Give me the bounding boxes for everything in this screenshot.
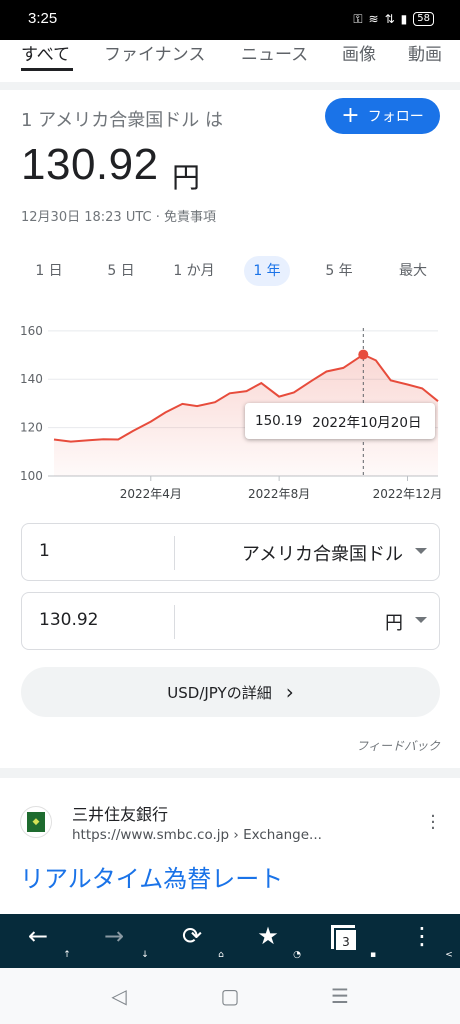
highlight-point[interactable] (358, 349, 369, 360)
chevron-right-icon: › (285, 680, 294, 704)
tab-finance[interactable]: ファイナンス (104, 40, 205, 65)
y-tick-label: 160 (20, 324, 43, 338)
nav-home-icon[interactable]: ▢ (215, 984, 245, 1008)
follow-button[interactable]: + フォロー (325, 98, 440, 134)
range-1d[interactable]: 1 日 (24, 256, 74, 286)
rate-unit: 円 (172, 161, 201, 194)
result-site-name[interactable]: 三井住友銀行 (72, 801, 168, 825)
y-tick-label: 120 (20, 421, 43, 435)
details-button[interactable]: USD/JPYの詳細 › (21, 667, 440, 717)
from-currency-select[interactable]: アメリカ合衆国ドル (242, 540, 403, 566)
nav-back-icon[interactable]: ◁ (104, 984, 134, 1008)
result-title-link[interactable]: リアルタイム為替レート (20, 859, 283, 894)
range-1y[interactable]: 1 年 (244, 256, 290, 286)
more-options-icon[interactable]: · · · (425, 808, 441, 838)
dropdown-arrow-icon[interactable] (415, 617, 427, 623)
save-icon[interactable]: ▪ (366, 950, 380, 960)
to-amount-input[interactable]: 130.92 (39, 610, 98, 630)
exchange-rate: 130.92 (21, 140, 159, 189)
range-5y[interactable]: 5 年 (314, 256, 364, 286)
wifi-icon: ≋ (368, 12, 379, 26)
forward-arrow-icon[interactable]: → (94, 924, 134, 948)
scroll-top-icon[interactable]: ↑ (60, 950, 74, 960)
bookmark-star-icon[interactable]: ★ (248, 924, 288, 948)
nav-recents-icon[interactable]: ☰ (325, 984, 355, 1008)
signal-icon: ▮ (400, 12, 408, 26)
home-icon[interactable]: ⌂ (214, 950, 228, 960)
to-currency-select[interactable]: 円 (385, 609, 403, 635)
smbc-logo-icon: ◆ (27, 812, 45, 832)
search-tabs: すべて ファイナンス ニュース 画像 動画 (0, 40, 460, 82)
tab-videos[interactable]: 動画 (408, 40, 442, 65)
tooltip-value: 150.19 (255, 413, 303, 429)
feedback-link[interactable]: フィードバック (356, 737, 440, 754)
reload-icon[interactable]: ⟳ (172, 924, 212, 948)
tab-news[interactable]: ニュース (241, 40, 308, 65)
plus-icon: + (341, 103, 360, 128)
range-selector: 1 日 5 日 1 か月 1 年 5 年 最大 (0, 256, 460, 288)
tab-images[interactable]: 画像 (342, 40, 376, 65)
x-tick-label: 2022年8月 (248, 487, 310, 501)
rate-timestamp[interactable]: 12月30日 18:23 UTC · 免責事項 (21, 206, 216, 225)
details-label: USD/JPYの詳細 (167, 683, 272, 702)
to-currency-row: 130.92 円 (21, 592, 440, 650)
tooltip-date: 2022年10月20日 (312, 415, 422, 431)
section-divider (0, 82, 460, 90)
lte-icon: ⇅ (384, 12, 395, 26)
tab-switcher-button[interactable]: 3 (334, 928, 358, 952)
vpn-icon: ⚿ (353, 12, 363, 26)
status-bar: 3:25 ⚿ ≋ ⇅ ▮ 58 (0, 0, 460, 40)
scroll-bottom-icon[interactable]: ↓ (138, 950, 152, 960)
range-max[interactable]: 最大 (388, 256, 438, 286)
battery-icon: 58 (413, 12, 434, 26)
alarm-icon[interactable]: ◔ (290, 950, 304, 960)
y-tick-label: 100 (20, 469, 43, 483)
x-tick-label: 2022年4月 (120, 487, 182, 501)
share-icon[interactable]: < (442, 950, 456, 960)
site-favicon[interactable]: ◆ (20, 806, 52, 838)
browser-toolbar: ← ↑ → ↓ ⟳ ⌂ ★ ◔ ▪ ⋮ < (0, 914, 460, 968)
clock: 3:25 (28, 10, 58, 27)
section-divider (0, 768, 460, 778)
field-separator (174, 605, 175, 639)
menu-kebab-icon[interactable]: ⋮ (402, 924, 442, 948)
result-url[interactable]: https://www.smbc.co.jp › Exchange... (72, 827, 322, 843)
range-1m[interactable]: 1 か月 (164, 256, 224, 286)
field-separator (174, 536, 175, 570)
tab-all[interactable]: すべて (21, 40, 70, 65)
from-amount-input[interactable]: 1 (39, 541, 50, 561)
follow-label: フォロー (367, 109, 424, 125)
range-5d[interactable]: 5 日 (96, 256, 146, 286)
y-tick-label: 140 (20, 372, 43, 386)
active-tab-indicator (21, 68, 73, 71)
chart-tooltip: 150.19 2022年10月20日 (245, 403, 435, 439)
dropdown-arrow-icon[interactable] (415, 548, 427, 554)
x-tick-label: 2022年12月 (373, 487, 443, 501)
status-icons: ⚿ ≋ ⇅ ▮ 58 (353, 11, 434, 27)
from-currency-row: 1 アメリカ合衆国ドル (21, 523, 440, 581)
back-arrow-icon[interactable]: ← (18, 924, 58, 948)
conversion-heading: 1 アメリカ合衆国ドル は (21, 110, 223, 131)
system-navigation-bar: ◁ ▢ ☰ (0, 968, 460, 1024)
